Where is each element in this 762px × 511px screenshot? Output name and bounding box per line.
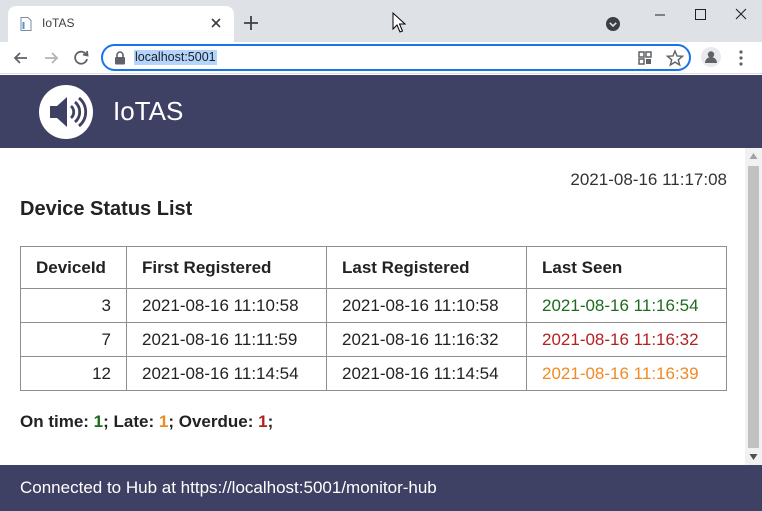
column-header-first-registered: First Registered (126, 246, 327, 289)
window-minimize-icon[interactable] (640, 0, 680, 30)
status-summary: On time: 1; Late: 1; Overdue: 1; (20, 412, 273, 432)
cell-last-registered: 2021-08-16 11:14:54 (326, 356, 527, 391)
late-label: ; Late: (103, 412, 159, 431)
cell-last-seen: 2021-08-16 11:16:32 (526, 322, 727, 357)
reload-icon[interactable] (70, 47, 92, 69)
install-app-icon[interactable] (637, 50, 653, 66)
speaker-icon (39, 85, 93, 139)
vertical-scrollbar[interactable] (745, 148, 762, 465)
scroll-down-arrow-icon[interactable] (749, 453, 758, 461)
lock-icon[interactable] (114, 51, 126, 65)
address-bar[interactable]: localhost:5001 (101, 44, 691, 71)
profile-avatar-icon[interactable] (700, 46, 722, 68)
cell-first-registered: 2021-08-16 11:10:58 (126, 288, 327, 323)
table-header-row: DeviceId First Registered Last Registere… (20, 246, 727, 289)
page-icon (20, 17, 32, 31)
cell-first-registered: 2021-08-16 11:14:54 (126, 356, 327, 391)
cell-last-registered: 2021-08-16 11:16:32 (326, 322, 527, 357)
mouse-cursor-icon (392, 12, 406, 33)
table-row: 3 2021-08-16 11:10:58 2021-08-16 11:10:5… (20, 288, 727, 323)
back-arrow-icon[interactable] (10, 47, 32, 69)
current-timestamp: 2021-08-16 11:17:08 (570, 170, 727, 189)
browser-menu-icon[interactable] (734, 48, 748, 68)
tab-search-icon[interactable] (605, 16, 621, 32)
summary-terminator: ; (267, 412, 274, 431)
window-maximize-icon[interactable] (680, 0, 720, 30)
cell-device-id: 3 (20, 288, 127, 323)
app-title: IoTAS (113, 96, 184, 126)
app-header: IoTAS (0, 75, 762, 148)
hub-connection-status: Connected to Hub at https://localhost:50… (20, 478, 437, 497)
main-content: 2021-08-16 11:17:08 Device Status List D… (0, 148, 745, 465)
overdue-label: ; Overdue: (168, 412, 259, 431)
cell-last-seen: 2021-08-16 11:16:54 (526, 288, 727, 323)
bookmark-star-icon[interactable] (666, 49, 684, 67)
on-time-label: On time: (20, 412, 94, 431)
late-count: 1 (158, 412, 169, 431)
cell-device-id: 7 (20, 322, 127, 357)
browser-tab-strip: IoTAS (0, 0, 762, 42)
column-header-last-registered: Last Registered (326, 246, 527, 289)
cell-first-registered: 2021-08-16 11:11:59 (126, 322, 327, 357)
window-close-icon[interactable] (720, 0, 762, 30)
column-header-device-id: DeviceId (20, 246, 127, 289)
forward-arrow-icon[interactable] (40, 47, 62, 69)
app-footer: Connected to Hub at https://localhost:50… (0, 465, 762, 511)
scroll-up-arrow-icon[interactable] (749, 152, 758, 160)
cell-last-registered: 2021-08-16 11:10:58 (326, 288, 527, 323)
browser-toolbar: localhost:5001 (0, 42, 762, 74)
on-time-count: 1 (93, 412, 104, 431)
table-row: 12 2021-08-16 11:14:54 2021-08-16 11:14:… (20, 356, 727, 391)
device-status-table: DeviceId First Registered Last Registere… (20, 246, 727, 391)
column-header-last-seen: Last Seen (526, 246, 727, 289)
page-title: Device Status List (20, 198, 193, 220)
table-row: 7 2021-08-16 11:11:59 2021-08-16 11:16:3… (20, 322, 727, 357)
browser-tab[interactable]: IoTAS (8, 6, 234, 42)
tab-close-icon[interactable] (207, 14, 225, 32)
tab-title: IoTAS (42, 16, 75, 30)
url-text[interactable]: localhost:5001 (134, 50, 217, 65)
new-tab-icon[interactable] (240, 12, 262, 34)
cell-device-id: 12 (20, 356, 127, 391)
scrollbar-thumb[interactable] (748, 166, 759, 448)
overdue-count: 1 (258, 412, 268, 431)
cell-last-seen: 2021-08-16 11:16:39 (526, 356, 727, 391)
